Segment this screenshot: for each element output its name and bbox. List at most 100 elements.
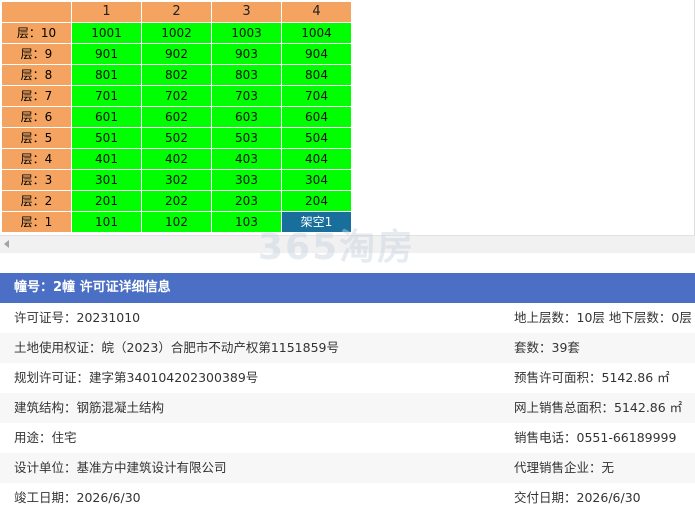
unit-cell[interactable]: 801 <box>71 64 142 86</box>
unit-cell[interactable]: 902 <box>141 43 212 65</box>
floor-label: 层：8 <box>1 64 72 86</box>
unit-cell[interactable]: 602 <box>141 106 212 128</box>
unit-cell[interactable]: 703 <box>211 85 282 107</box>
unit-cell[interactable]: 901 <box>71 43 142 65</box>
column-header: 3 <box>211 1 282 23</box>
floor-row: 层：9 901 902 903 904 <box>1 43 352 65</box>
permit-panel-title: 幢号：2幢 许可证详细信息 <box>0 273 695 303</box>
info-value: 2026/6/30 <box>76 490 141 505</box>
info-value: 无 <box>601 460 615 475</box>
info-value: 5142.86 ㎡ <box>601 370 670 385</box>
unit-cell[interactable]: 702 <box>141 85 212 107</box>
info-label: 用途： <box>14 430 52 445</box>
unit-cell[interactable]: 802 <box>141 64 212 86</box>
info-label: 设计单位： <box>14 460 77 475</box>
unit-cell[interactable]: 1001 <box>71 22 142 44</box>
info-value: 5142.86 ㎡ <box>614 400 683 415</box>
unit-cell[interactable]: 101 <box>71 211 142 233</box>
info-label: 销售电话： <box>514 430 577 445</box>
unit-cell[interactable]: 504 <box>281 127 352 149</box>
floor-row: 层：8 801 802 803 804 <box>1 64 352 86</box>
unit-cell[interactable]: 501 <box>71 127 142 149</box>
info-row: 土地使用权证：皖（2023）合肥市不动产权第1151859号 套数：39套 <box>0 333 695 363</box>
floor-label: 层：10 <box>1 22 72 44</box>
grid-header-row: 1234 <box>1 1 352 23</box>
unit-cell[interactable]: 402 <box>141 148 212 170</box>
info-label: 代理销售企业： <box>514 460 602 475</box>
unit-cell[interactable]: 303 <box>211 169 282 191</box>
info-label: 许可证号： <box>14 310 77 325</box>
info-label: 竣工日期： <box>14 490 77 505</box>
floor-label: 层：1 <box>1 211 72 233</box>
unit-grid-frame: 1 2 3 4 层：10 1001 1002 1003 1004 层：9 901 902 903 904 层… <box>0 0 695 235</box>
floor-row: 层：10 1001 1002 1003 1004 <box>1 22 352 44</box>
floor-row: 层：1 101 102 103 架空1 <box>1 211 352 233</box>
info-label: 地上层数： <box>514 310 577 325</box>
info-row: 竣工日期：2026/6/30 交付日期：2026/6/30 <box>0 483 695 513</box>
floor-row: 层：4 401 402 403 404 <box>1 148 352 170</box>
unit-cell[interactable]: 804 <box>281 64 352 86</box>
floor-label: 层：9 <box>1 43 72 65</box>
floor-row: 层：3 301 302 303 304 <box>1 169 352 191</box>
grid-corner-cell <box>1 1 72 23</box>
info-value: 0551-66189999 <box>576 430 677 445</box>
floor-label: 层：6 <box>1 106 72 128</box>
unit-cell[interactable]: 1004 <box>281 22 352 44</box>
unit-cell[interactable]: 304 <box>281 169 352 191</box>
unit-cell[interactable]: 401 <box>71 148 142 170</box>
unit-cell[interactable]: 302 <box>141 169 212 191</box>
info-value: 2026/6/30 <box>576 490 641 505</box>
unit-cell[interactable]: 404 <box>281 148 352 170</box>
info-label: 规划许可证： <box>14 370 90 385</box>
unit-cell[interactable]: 701 <box>71 85 142 107</box>
unit-cell[interactable]: 903 <box>211 43 282 65</box>
unit-cell[interactable]: 604 <box>281 106 352 128</box>
unit-cell[interactable]: 202 <box>141 190 212 212</box>
horizontal-scrollbar[interactable] <box>0 235 695 253</box>
info-value: 钢筋混凝土结构 <box>76 400 165 415</box>
unit-cell[interactable]: 603 <box>211 106 282 128</box>
floor-row: 层：7 701 702 703 704 <box>1 85 352 107</box>
unit-cell[interactable]: 704 <box>281 85 352 107</box>
scroll-left-arrow-icon[interactable] <box>4 240 9 248</box>
info-label: 土地使用权证： <box>14 340 102 355</box>
info-label: 建筑结构： <box>14 400 77 415</box>
info-label: 预售许可面积： <box>514 370 602 385</box>
info-value: 皖（2023）合肥市不动产权第1151859号 <box>101 340 339 355</box>
unit-cell[interactable]: 102 <box>141 211 212 233</box>
floor-label: 层：5 <box>1 127 72 149</box>
unit-cell[interactable]: 1002 <box>141 22 212 44</box>
floor-label: 层：7 <box>1 85 72 107</box>
info-label: 网上销售总面积： <box>514 400 615 415</box>
info-value: 建字第340104202300389号 <box>89 370 259 385</box>
unit-cell[interactable]: 103 <box>211 211 282 233</box>
unit-cell[interactable]: 301 <box>71 169 142 191</box>
floor-row: 层：5 501 502 503 504 <box>1 127 352 149</box>
info-row: 建筑结构：钢筋混凝土结构 网上销售总面积：5142.86 ㎡ <box>0 393 695 423</box>
floor-row: 层：6 601 602 603 604 <box>1 106 352 128</box>
info-value: 基准方中建筑设计有限公司 <box>76 460 227 475</box>
unit-cell[interactable]: 601 <box>71 106 142 128</box>
info-row: 许可证号：20231010 地上层数：10层 地下层数：0层 <box>0 303 695 333</box>
info-label: 交付日期： <box>514 490 577 505</box>
unit-cell[interactable]: 803 <box>211 64 282 86</box>
floor-row: 层：2 201 202 203 204 <box>1 190 352 212</box>
unit-cell[interactable]: 503 <box>211 127 282 149</box>
unit-cell[interactable]: 架空1 <box>281 211 352 233</box>
info-row: 规划许可证：建字第340104202300389号 预售许可面积：5142.86… <box>0 363 695 393</box>
unit-cell[interactable]: 1003 <box>211 22 282 44</box>
unit-grid-region: 1 2 3 4 层：10 1001 1002 1003 1004 层：9 901 902 903 904 层… <box>0 0 695 253</box>
column-header: 2 <box>141 1 212 23</box>
unit-cell[interactable]: 204 <box>281 190 352 212</box>
info-value: 10层 地下层数：0层 <box>576 310 692 325</box>
info-value: 20231010 <box>76 310 141 325</box>
info-value: 住宅 <box>51 430 77 445</box>
unit-cell[interactable]: 904 <box>281 43 352 65</box>
unit-cell[interactable]: 502 <box>141 127 212 149</box>
unit-cell[interactable]: 403 <box>211 148 282 170</box>
info-row: 用途：住宅 销售电话：0551-66189999 <box>0 423 695 453</box>
info-label: 套数： <box>514 340 552 355</box>
unit-cell[interactable]: 203 <box>211 190 282 212</box>
unit-cell[interactable]: 201 <box>71 190 142 212</box>
column-header: 4 <box>281 1 352 23</box>
